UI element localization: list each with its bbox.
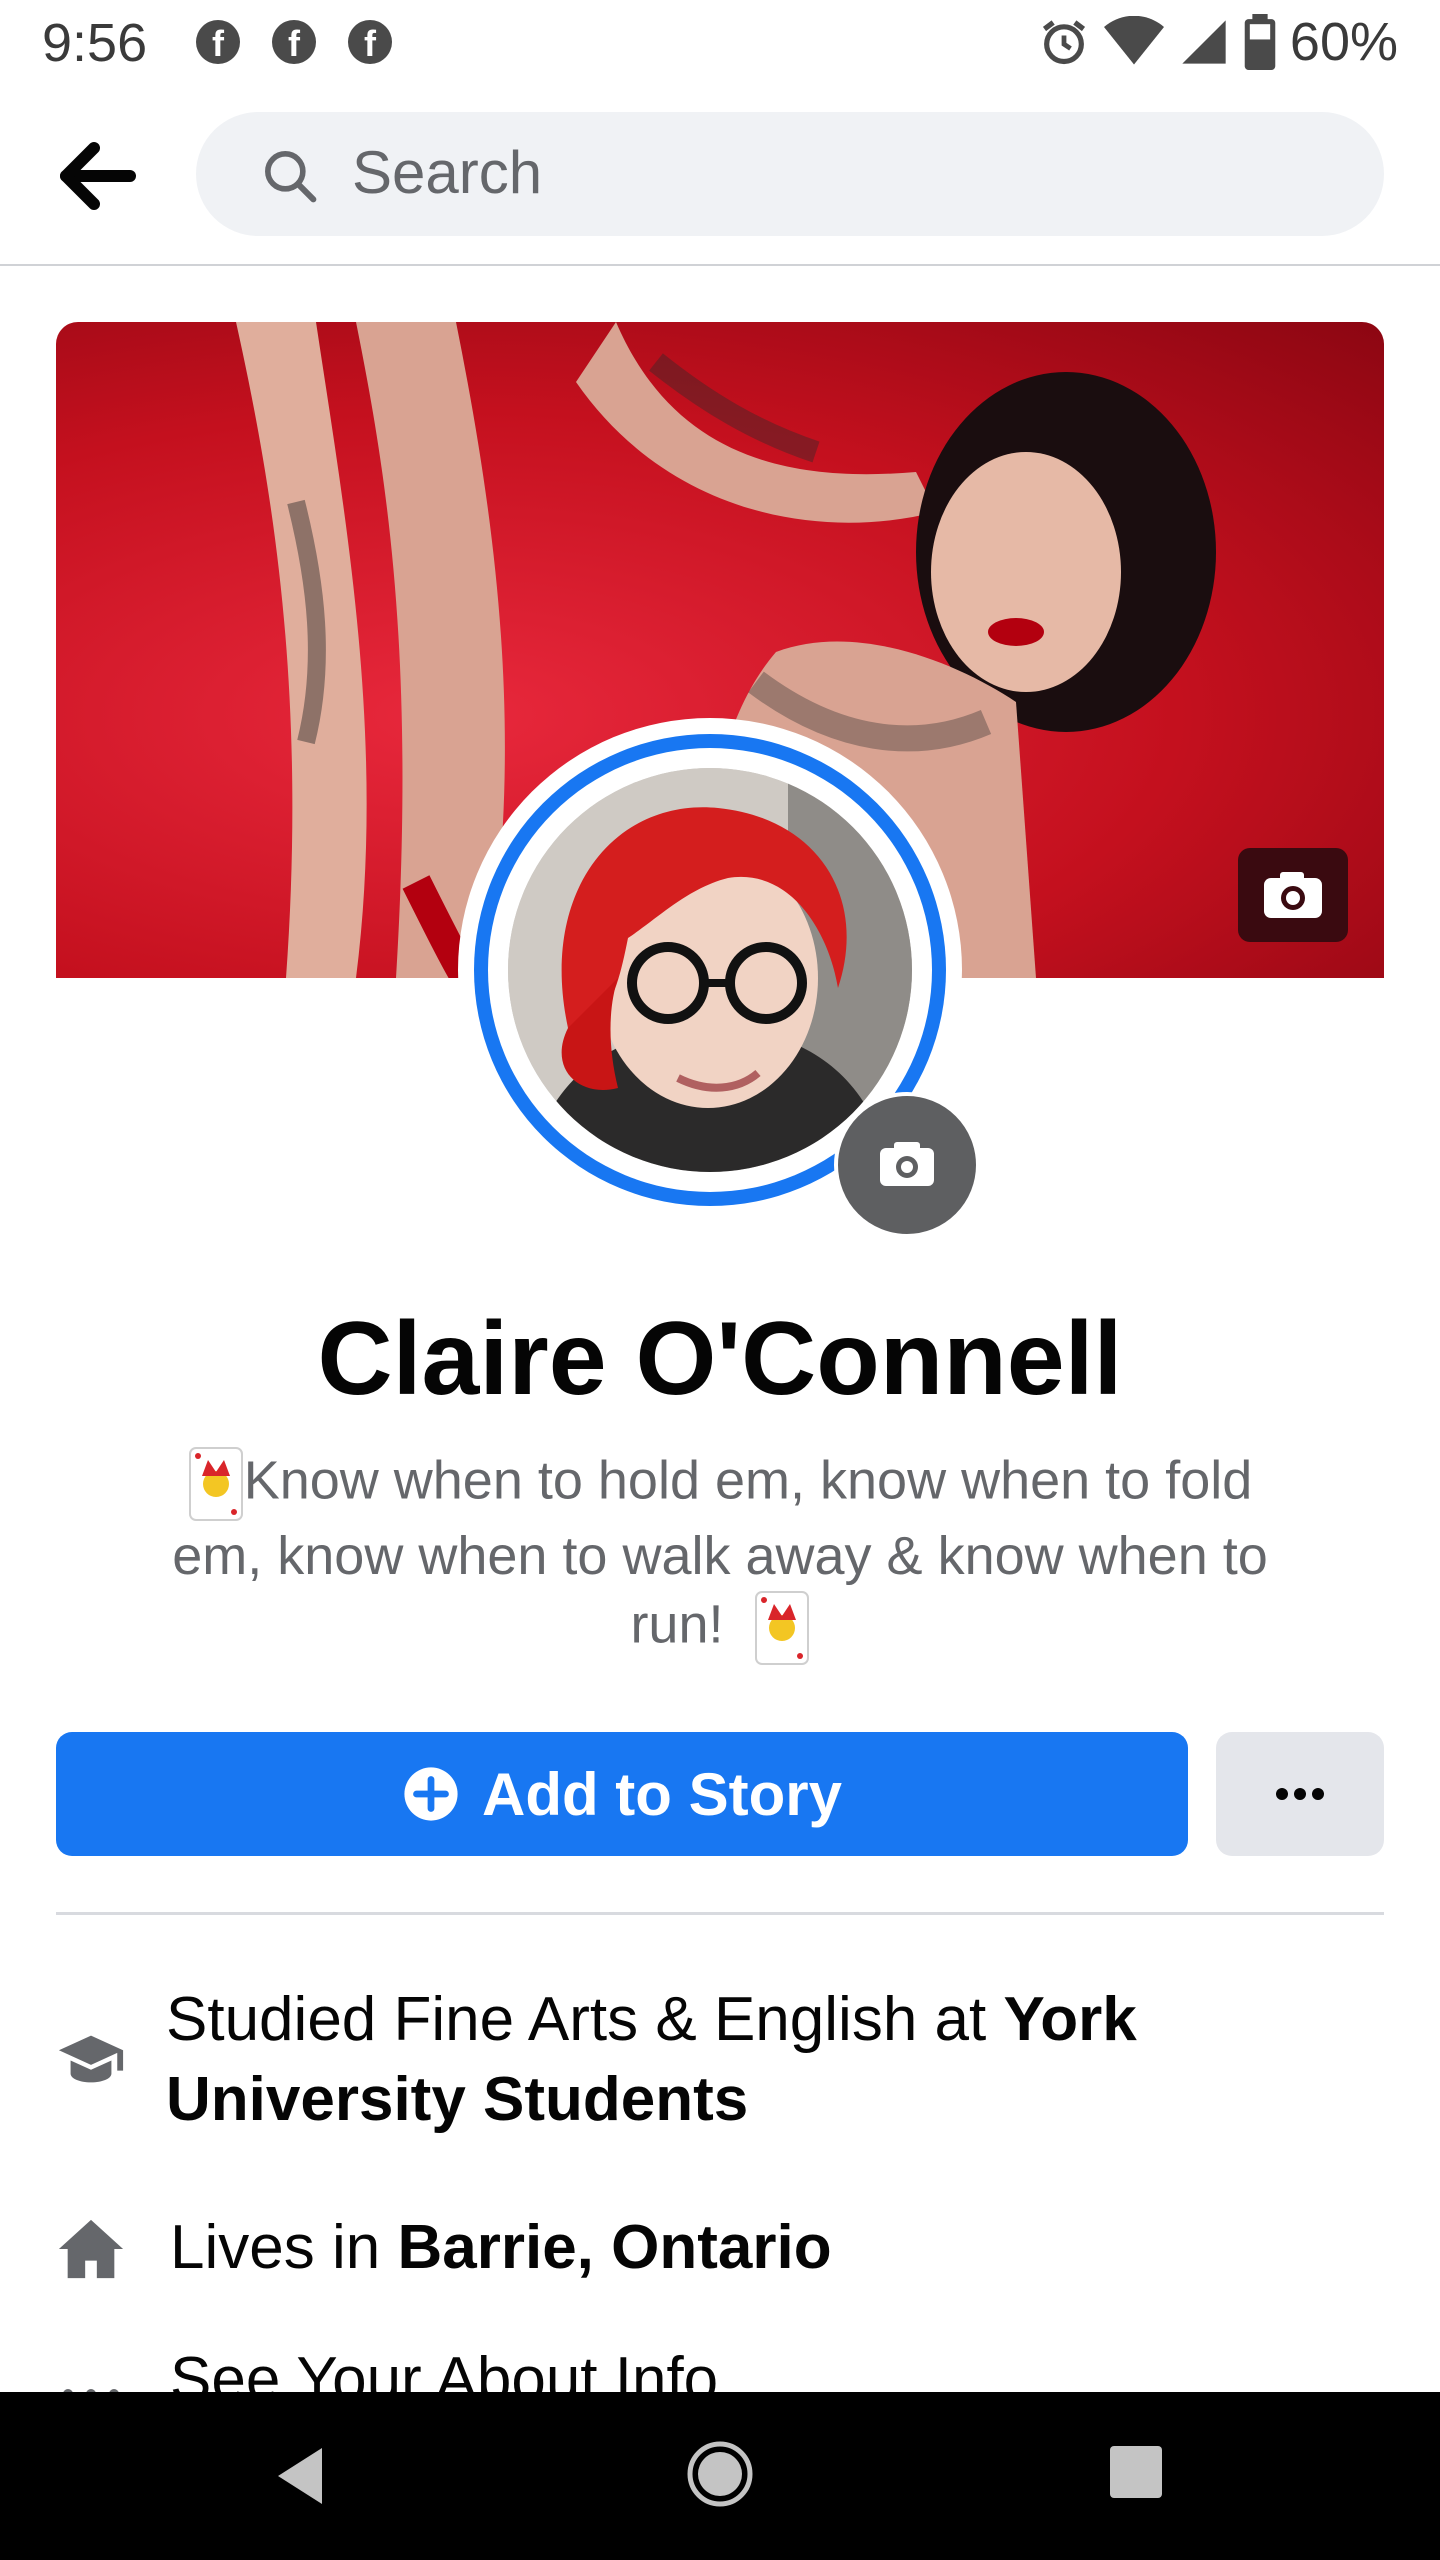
profile-bio: Know when to hold em, know when to fold … bbox=[130, 1446, 1310, 1666]
graduation-cap-icon bbox=[58, 2035, 124, 2083]
bio-line-3: run! bbox=[630, 1594, 724, 1655]
status-icons: 60% bbox=[1038, 12, 1398, 72]
nav-back-icon[interactable] bbox=[272, 2444, 328, 2508]
education-text: Studied Fine Arts & English at York Univ… bbox=[166, 1985, 1137, 2134]
about-info-label: See Your About Info bbox=[170, 2350, 719, 2392]
battery-percent: 60% bbox=[1289, 12, 1398, 72]
avatar-camera-button[interactable] bbox=[834, 1092, 980, 1238]
alarm-icon bbox=[1042, 20, 1085, 65]
joker-card-icon bbox=[754, 1590, 810, 1666]
about-info-row[interactable]: See Your About Info bbox=[56, 2350, 1384, 2392]
navigation-bar bbox=[0, 2392, 1440, 2560]
add-to-story-label: Add to Story bbox=[482, 1760, 842, 1828]
lives-in-text: Lives in Barrie, Ontario bbox=[170, 2213, 832, 2282]
nav-home-icon[interactable] bbox=[686, 2440, 754, 2508]
camera-icon bbox=[880, 1142, 934, 1186]
facebook-icon: f bbox=[348, 20, 392, 64]
battery-icon bbox=[1244, 14, 1276, 70]
profile-name: Claire O'Connell bbox=[317, 1301, 1123, 1417]
search-placeholder: Search bbox=[352, 139, 543, 206]
back-arrow-icon bbox=[60, 142, 136, 210]
search-input[interactable]: Search bbox=[196, 112, 1384, 236]
camera-icon bbox=[1264, 872, 1322, 918]
wifi-icon bbox=[1103, 16, 1164, 65]
lives-in-row[interactable]: Lives in Barrie, Ontario bbox=[56, 2208, 1384, 2298]
more-dots-icon bbox=[63, 2389, 119, 2392]
section-divider bbox=[56, 1912, 1384, 1915]
status-bar: 9:56 f f f 60% bbox=[0, 0, 1440, 84]
top-bar: Search bbox=[0, 84, 1440, 266]
plus-circle-icon bbox=[404, 1767, 458, 1821]
education-row[interactable]: Studied Fine Arts & English at York Univ… bbox=[56, 1980, 1384, 2140]
more-options-button[interactable] bbox=[1216, 1732, 1384, 1856]
bio-line-2: em, know when to walk away & know when t… bbox=[172, 1526, 1268, 1586]
facebook-icon: f bbox=[272, 20, 316, 64]
bio-line-1: Know when to hold em, know when to fold bbox=[243, 1450, 1253, 1511]
more-dots-icon bbox=[1276, 1788, 1324, 1800]
status-time: 9:56 bbox=[42, 13, 148, 73]
home-icon bbox=[58, 2219, 124, 2279]
joker-card-icon bbox=[188, 1446, 244, 1522]
nav-recents-icon[interactable] bbox=[1108, 2444, 1164, 2500]
back-button[interactable] bbox=[58, 136, 138, 216]
facebook-icon: f bbox=[196, 20, 240, 64]
signal-icon bbox=[1182, 20, 1226, 64]
add-to-story-button[interactable]: Add to Story bbox=[56, 1732, 1188, 1856]
cover-camera-button[interactable] bbox=[1238, 848, 1348, 942]
search-icon bbox=[265, 151, 317, 203]
